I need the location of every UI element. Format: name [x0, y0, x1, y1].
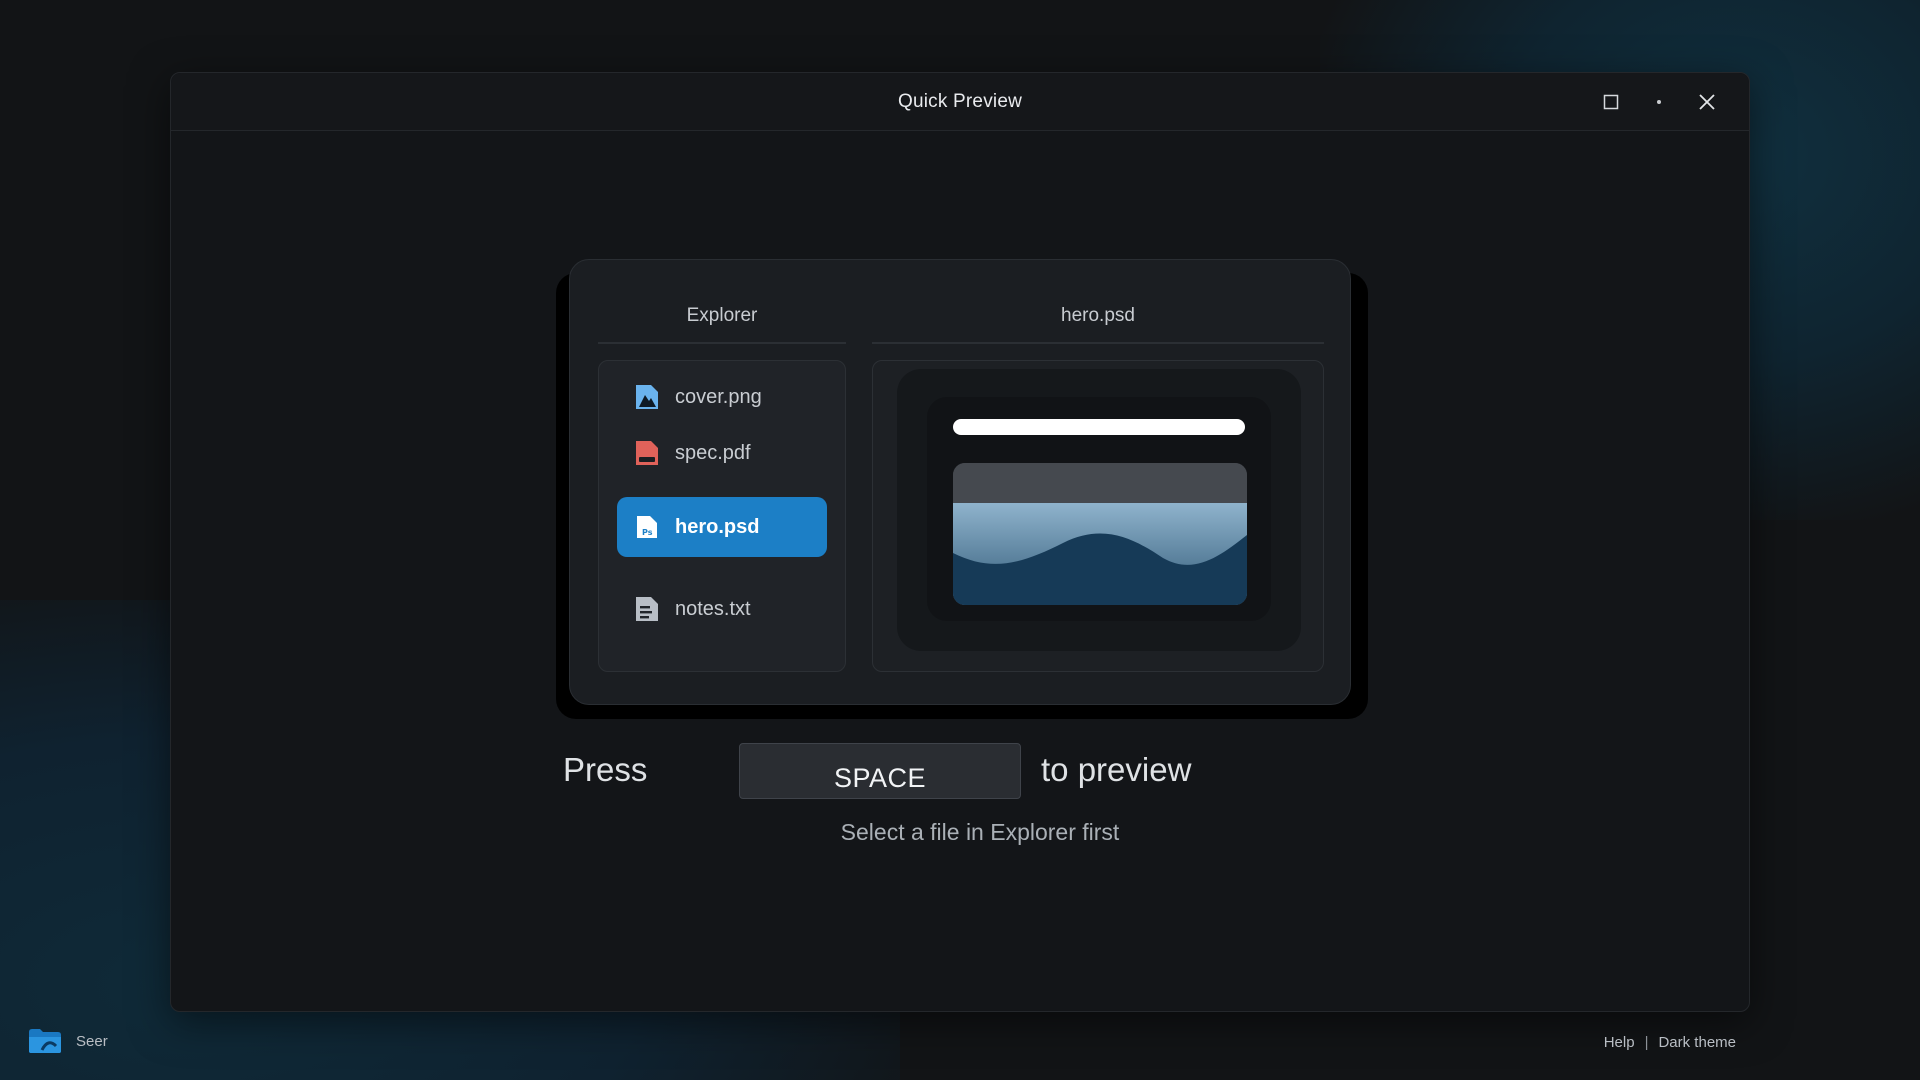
close-icon	[1699, 94, 1715, 110]
more-button[interactable]	[1647, 90, 1671, 114]
dot-icon	[1657, 100, 1661, 104]
psd-file-icon: Ps	[633, 512, 661, 542]
preview-title-placeholder	[953, 419, 1245, 435]
preview-image-placeholder	[953, 463, 1247, 605]
svg-text:Ps: Ps	[642, 528, 653, 537]
file-name: notes.txt	[675, 597, 751, 620]
close-button[interactable]	[1695, 90, 1719, 114]
press-label: Press	[563, 751, 648, 788]
maximize-icon	[1603, 94, 1619, 110]
dark-theme-link[interactable]: Dark theme	[1658, 1034, 1736, 1051]
text-file-icon	[633, 594, 661, 624]
preview-pane	[872, 360, 1324, 672]
window-title: Quick Preview	[897, 90, 1023, 112]
explorer-header: Explorer	[598, 296, 846, 344]
pdf-file-icon	[633, 438, 661, 468]
preview-card: Explorer hero.psd cover.png spec.pdf Ps …	[569, 259, 1351, 705]
wave-image	[953, 463, 1247, 605]
app-name: Seer	[76, 1032, 108, 1050]
file-name: spec.pdf	[675, 441, 751, 464]
preview-document	[927, 397, 1271, 621]
help-link[interactable]: Help	[1604, 1034, 1635, 1051]
file-item-notes-txt[interactable]: notes.txt	[617, 579, 827, 639]
file-name: hero.psd	[675, 515, 760, 538]
preview-frame	[897, 369, 1301, 651]
title-bar[interactable]: Quick Preview	[171, 73, 1749, 131]
taskbar-app-seer[interactable]: Seer	[28, 1028, 108, 1054]
file-item-spec-pdf[interactable]: spec.pdf	[617, 423, 827, 483]
footer-separator: |	[1644, 1034, 1649, 1051]
to-preview-label: to preview	[1041, 751, 1192, 788]
image-file-icon	[633, 382, 661, 412]
maximize-button[interactable]	[1599, 90, 1623, 114]
space-key-button[interactable]: SPACE	[739, 743, 1021, 799]
footer-links: Help | Dark theme	[1604, 1034, 1736, 1051]
hint-text-container: Select a file in Explorer first	[171, 819, 1751, 846]
instruction-row: Press SPACE to preview	[171, 743, 1751, 803]
file-item-hero-psd[interactable]: Ps hero.psd	[617, 497, 827, 557]
file-name: cover.png	[675, 385, 762, 408]
explorer-file-list: cover.png spec.pdf Ps hero.psd notes.txt	[598, 360, 846, 672]
file-item-cover-png[interactable]: cover.png	[617, 367, 827, 427]
preview-header: hero.psd	[872, 296, 1324, 344]
folder-icon	[29, 1029, 61, 1053]
hint-text: Select a file in Explorer first	[840, 819, 1120, 845]
window-controls	[1599, 73, 1719, 131]
quick-preview-window: Quick Preview Explorer hero.psd cover.pn…	[170, 72, 1750, 1012]
